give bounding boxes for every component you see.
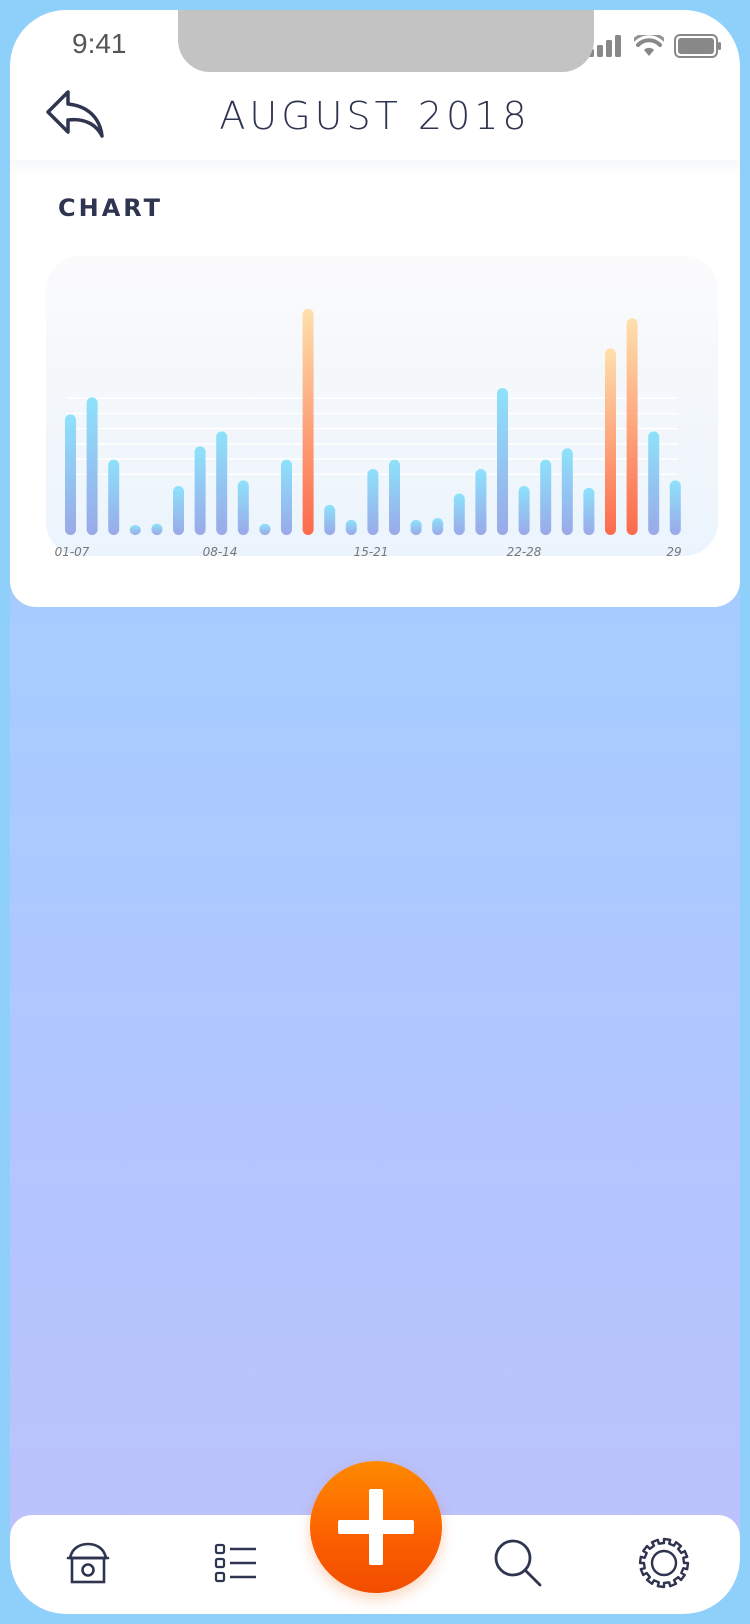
status-time: 9:41 [72,28,127,59]
screen: 9:41 AUGUST 2018 CHART 01-07 08-14 15-21… [10,10,740,1614]
chart-bar [648,431,660,535]
chart-bar [669,480,681,535]
chart-bar [432,518,444,535]
chart-bar [389,459,400,535]
chart-bar [410,519,422,535]
chart-card: CHART 01-07 08-14 15-21 22-28 29 [10,160,740,607]
wifi-icon [634,35,664,56]
chart-bar [86,397,98,535]
chart-bar-highlight [302,308,314,535]
add-button[interactable] [310,1461,442,1593]
home-icon [66,1542,110,1584]
list-icon [214,1543,256,1583]
gear-icon [638,1537,690,1589]
tab-settings[interactable] [634,1533,694,1593]
chart-bar-highlight [605,348,616,535]
chart-bar [367,469,379,535]
x-tick-label: 08-14 [203,545,238,559]
chart-bar [497,388,508,535]
chart-bar [281,459,292,535]
chart-bar-highlight [626,318,638,535]
chart-bar [518,486,530,535]
chart-bar [151,523,163,535]
chart-bar [583,487,595,535]
x-tick-label: 15-21 [354,545,389,559]
device-frame: 9:41 AUGUST 2018 CHART 01-07 08-14 15-21… [0,0,750,1624]
chart-bar [259,523,271,535]
chart-bar [237,480,249,535]
x-tick-label: 01-07 [55,545,90,559]
header: AUGUST 2018 [10,80,740,160]
status-icons [588,34,722,58]
chart-bar [65,414,76,535]
x-tick-label: 29 [666,545,681,559]
battery-icon [674,34,721,58]
tab-home[interactable] [58,1533,118,1593]
tab-search[interactable] [488,1533,548,1593]
chart-bar [453,493,465,535]
page-title: AUGUST 2018 [219,94,531,138]
chart-bar [173,486,184,535]
bar-chart: 01-07 08-14 15-21 22-28 29 [55,308,682,559]
chart-bar [540,459,552,535]
chart-bar [108,459,120,535]
x-tick-label: 22-28 [507,545,542,559]
device-notch [178,10,594,72]
search-icon [494,1539,542,1587]
chart-bar [345,519,357,535]
chart-bar [129,525,141,535]
tab-list[interactable] [206,1533,266,1593]
chart-bar [194,446,206,535]
chart-bar [475,469,487,535]
chart-bar [561,448,573,535]
chart-bar [324,504,336,535]
chart-bar [216,431,228,535]
